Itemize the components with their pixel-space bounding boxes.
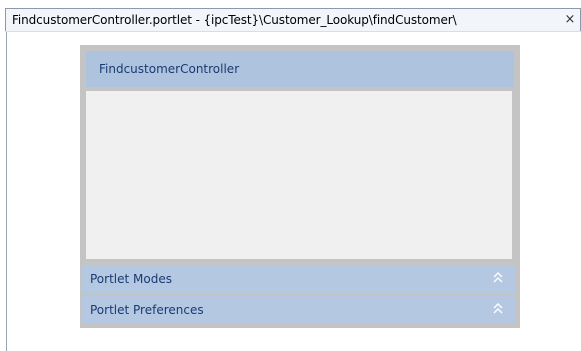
tab-divider xyxy=(5,31,581,32)
portlet-modes-label: Portlet Modes xyxy=(90,272,172,286)
portlet-title-bar[interactable]: FindcustomerController xyxy=(86,51,514,87)
portlet-content-area[interactable] xyxy=(86,91,512,259)
editor-tab-title: FindcustomerController.portlet - {ipcTes… xyxy=(12,13,457,27)
editor-tab-strip: FindcustomerController.portlet - {ipcTes… xyxy=(0,0,581,36)
portlet-preferences-label: Portlet Preferences xyxy=(90,303,204,317)
chevron-double-up-icon[interactable] xyxy=(492,302,504,316)
editor-left-border xyxy=(6,32,7,351)
portlet-preferences-section[interactable]: Portlet Preferences xyxy=(82,296,516,324)
portlet-modes-section[interactable]: Portlet Modes xyxy=(82,265,516,293)
portlet-editor: FindcustomerController.portlet - {ipcTes… xyxy=(0,0,581,351)
portlet-title: FindcustomerController xyxy=(99,62,240,76)
close-icon[interactable]: × xyxy=(562,11,578,29)
editor-tab[interactable]: FindcustomerController.portlet - {ipcTes… xyxy=(5,8,581,32)
chevron-double-up-icon[interactable] xyxy=(492,271,504,285)
